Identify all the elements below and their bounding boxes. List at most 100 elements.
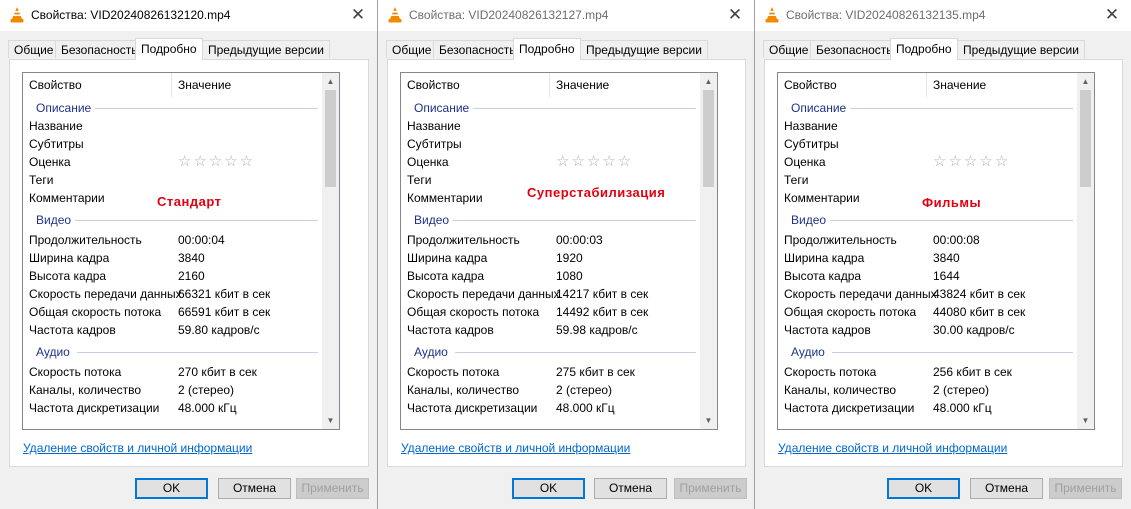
property-row[interactable]: Ширина кадра 3840 [778, 249, 1077, 267]
remove-properties-link[interactable]: Удаление свойств и личной информации [23, 441, 252, 455]
property-row[interactable]: Частота дискретизации 48.000 кГц [401, 399, 700, 417]
column-property[interactable]: Свойство [784, 78, 837, 92]
property-row[interactable]: Частота дискретизации 48.000 кГц [23, 399, 322, 417]
property-row[interactable]: Продолжительность 00:00:08 [778, 231, 1077, 249]
rating-stars-icon[interactable]: ☆☆☆☆☆ [556, 152, 633, 170]
property-row[interactable]: Продолжительность 00:00:03 [401, 231, 700, 249]
vertical-scrollbar[interactable]: ▲ ▼ [322, 73, 339, 429]
close-icon[interactable]: ✕ [347, 4, 369, 26]
property-row[interactable]: Каналы, количество 2 (стерео) [23, 381, 322, 399]
close-icon[interactable]: ✕ [724, 4, 746, 26]
property-row[interactable]: Скорость передачи данных 66321 кбит в се… [23, 285, 322, 303]
property-name: Теги [407, 173, 432, 187]
property-row[interactable]: Субтитры [401, 135, 700, 153]
scroll-up-arrow-icon[interactable]: ▲ [1077, 73, 1094, 90]
tab-details[interactable]: Подробно [513, 38, 581, 60]
vertical-scrollbar[interactable]: ▲ ▼ [700, 73, 717, 429]
property-row[interactable]: Название [401, 117, 700, 135]
scroll-up-arrow-icon[interactable]: ▲ [322, 73, 339, 90]
cancel-button[interactable]: Отмена [970, 478, 1043, 499]
property-row[interactable]: Общая скорость потока 14492 кбит в сек [401, 303, 700, 321]
column-divider[interactable] [926, 73, 927, 97]
tab-security[interactable]: Безопасность [433, 40, 522, 58]
property-row[interactable]: Оценка ☆☆☆☆☆ [401, 153, 700, 171]
vertical-scrollbar[interactable]: ▲ ▼ [1077, 73, 1094, 429]
property-row[interactable]: Общая скорость потока 66591 кбит в сек [23, 303, 322, 321]
properties-list[interactable]: Свойство Значение Описание Название Субт… [22, 72, 340, 430]
tab-previous-versions[interactable]: Предыдущие версии [580, 40, 708, 58]
column-divider[interactable] [549, 73, 550, 97]
property-row[interactable]: Частота кадров 30.00 кадров/с [778, 321, 1077, 339]
remove-properties-link[interactable]: Удаление свойств и личной информации [778, 441, 1007, 455]
property-name: Название [407, 119, 461, 133]
property-row[interactable]: Скорость потока 275 кбит в сек [401, 363, 700, 381]
property-row[interactable]: Теги [778, 171, 1077, 189]
tab-security[interactable]: Безопасность [55, 40, 144, 58]
tab-previous-versions[interactable]: Предыдущие версии [957, 40, 1085, 58]
remove-properties-link[interactable]: Удаление свойств и личной информации [401, 441, 630, 455]
property-row[interactable]: Оценка ☆☆☆☆☆ [23, 153, 322, 171]
property-row[interactable]: Каналы, количество 2 (стерео) [778, 381, 1077, 399]
properties-list[interactable]: Свойство Значение Описание Название Субт… [400, 72, 718, 430]
apply-button[interactable]: Применить [674, 478, 747, 499]
property-row[interactable]: Субтитры [23, 135, 322, 153]
tab-general[interactable]: Общие [8, 40, 60, 58]
tab-security[interactable]: Безопасность [810, 40, 899, 58]
property-name: Название [29, 119, 83, 133]
cancel-button[interactable]: Отмена [218, 478, 291, 499]
cancel-button[interactable]: Отмена [594, 478, 667, 499]
property-row[interactable]: Название [778, 117, 1077, 135]
rating-stars-icon[interactable]: ☆☆☆☆☆ [933, 152, 1010, 170]
property-row[interactable]: Высота кадра 2160 [23, 267, 322, 285]
column-divider[interactable] [171, 73, 172, 97]
property-row[interactable]: Скорость потока 256 кбит в сек [778, 363, 1077, 381]
tab-details[interactable]: Подробно [890, 38, 958, 60]
property-row[interactable]: Высота кадра 1080 [401, 267, 700, 285]
ok-button[interactable]: OK [135, 478, 208, 499]
scroll-thumb[interactable] [1080, 90, 1091, 187]
scroll-down-arrow-icon[interactable]: ▼ [322, 412, 339, 429]
column-value[interactable]: Значение [933, 78, 986, 92]
properties-list[interactable]: Свойство Значение Описание Название Субт… [777, 72, 1095, 430]
property-row[interactable]: Скорость передачи данных 43824 кбит в се… [778, 285, 1077, 303]
apply-button[interactable]: Применить [296, 478, 369, 499]
property-row[interactable]: Теги [23, 171, 322, 189]
rating-stars-icon[interactable]: ☆☆☆☆☆ [178, 152, 255, 170]
property-row[interactable]: Ширина кадра 3840 [23, 249, 322, 267]
property-row[interactable]: Ширина кадра 1920 [401, 249, 700, 267]
column-property[interactable]: Свойство [29, 78, 82, 92]
column-value[interactable]: Значение [178, 78, 231, 92]
property-row[interactable]: Частота кадров 59.98 кадров/с [401, 321, 700, 339]
tab-general[interactable]: Общие [386, 40, 438, 58]
properties-dialog-2: Свойства: VID20240826132127.mp4 ✕ Общие … [378, 0, 755, 509]
property-row[interactable]: Частота дискретизации 48.000 кГц [778, 399, 1077, 417]
title-bar[interactable]: Свойства: VID20240826132120.mp4 ✕ [0, 0, 377, 31]
close-icon[interactable]: ✕ [1101, 4, 1123, 26]
tab-previous-versions[interactable]: Предыдущие версии [202, 40, 330, 58]
title-bar[interactable]: Свойства: VID20240826132127.mp4 ✕ [378, 0, 754, 31]
scroll-thumb[interactable] [703, 90, 714, 187]
apply-button[interactable]: Применить [1049, 478, 1122, 499]
property-row[interactable]: Общая скорость потока 44080 кбит в сек [778, 303, 1077, 321]
ok-button[interactable]: OK [512, 478, 585, 499]
property-row[interactable]: Скорость потока 270 кбит в сек [23, 363, 322, 381]
property-row[interactable]: Продолжительность 00:00:04 [23, 231, 322, 249]
scroll-down-arrow-icon[interactable]: ▼ [1077, 412, 1094, 429]
property-row[interactable]: Высота кадра 1644 [778, 267, 1077, 285]
property-row[interactable]: Каналы, количество 2 (стерео) [401, 381, 700, 399]
tab-details[interactable]: Подробно [135, 38, 203, 60]
column-property[interactable]: Свойство [407, 78, 460, 92]
property-row[interactable]: Скорость передачи данных 14217 кбит в се… [401, 285, 700, 303]
property-row[interactable]: Субтитры [778, 135, 1077, 153]
property-row[interactable]: Название [23, 117, 322, 135]
property-row[interactable]: Частота кадров 59.80 кадров/с [23, 321, 322, 339]
title-bar[interactable]: Свойства: VID20240826132135.mp4 ✕ [755, 0, 1131, 31]
column-value[interactable]: Значение [556, 78, 609, 92]
tab-general[interactable]: Общие [763, 40, 815, 58]
scroll-thumb[interactable] [325, 90, 336, 187]
ok-button[interactable]: OK [887, 478, 960, 499]
scroll-down-arrow-icon[interactable]: ▼ [700, 412, 717, 429]
property-name: Теги [784, 173, 809, 187]
property-row[interactable]: Оценка ☆☆☆☆☆ [778, 153, 1077, 171]
scroll-up-arrow-icon[interactable]: ▲ [700, 73, 717, 90]
